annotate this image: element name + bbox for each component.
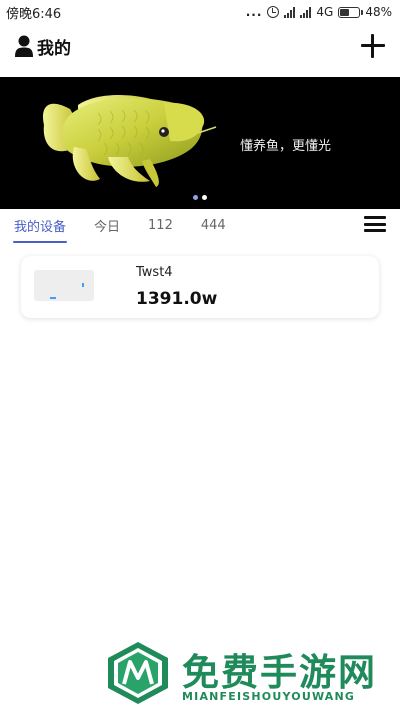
carousel-dot-2[interactable]	[202, 195, 207, 200]
device-thumbnail	[34, 270, 94, 301]
watermark-title: 免费手游网	[182, 651, 377, 694]
watermark-subtitle: MIANFEISHOUYOUWANG	[182, 690, 356, 703]
watermark: 免费手游网 MIANFEISHOUYOUWANG	[104, 640, 394, 708]
app-screen: 傍晚6:46 ... 4G 48% 我的 懂养鱼，更懂光 我的设备 今日 112…	[0, 0, 400, 711]
status-time: 傍晚6:46	[6, 6, 62, 22]
arowana-fish-image	[43, 95, 217, 187]
battery-percent: 48%	[365, 5, 392, 19]
network-type: 4G	[316, 5, 334, 19]
page-title: 我的	[37, 38, 71, 59]
more-dots-icon: ...	[245, 5, 263, 19]
profile-link[interactable]: 我的	[14, 34, 71, 59]
battery-icon	[338, 6, 364, 18]
add-device-button[interactable]	[360, 33, 386, 59]
signal-icon	[284, 6, 296, 18]
user-icon	[15, 35, 33, 57]
status-bar: 傍晚6:46 ... 4G 48%	[0, 0, 400, 24]
carousel-dot-1[interactable]	[193, 195, 198, 200]
device-card[interactable]: Twst4 1391.0w	[21, 256, 379, 318]
watermark-logo-icon	[108, 642, 168, 704]
tab-112[interactable]: 112	[148, 213, 173, 238]
carousel-indicator	[193, 195, 207, 200]
tab-bar: 我的设备 今日 112 444	[0, 210, 400, 243]
hamburger-menu-icon[interactable]	[364, 214, 386, 234]
device-power-value: 1391.0w	[136, 289, 218, 309]
banner-carousel[interactable]: 懂养鱼，更懂光	[0, 77, 400, 209]
signal-icon-2	[300, 6, 312, 18]
tab-444[interactable]: 444	[201, 213, 226, 238]
tab-today[interactable]: 今日	[94, 211, 120, 240]
alarm-icon	[267, 6, 280, 18]
device-name: Twst4	[136, 265, 173, 280]
tab-my-devices[interactable]: 我的设备	[12, 211, 68, 243]
header: 我的	[0, 26, 400, 66]
banner-slogan: 懂养鱼，更懂光	[240, 139, 332, 154]
